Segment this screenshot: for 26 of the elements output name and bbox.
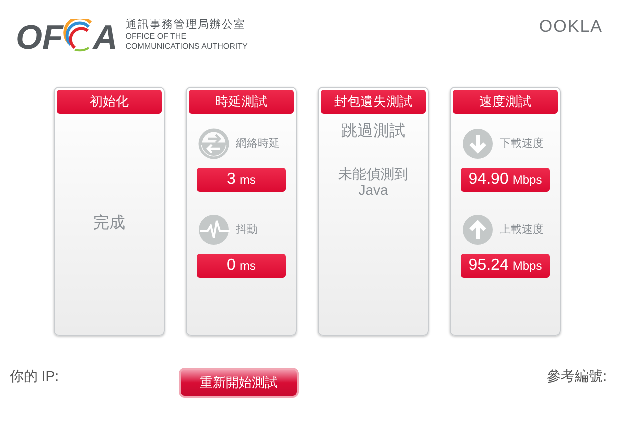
- panel-title: 封包遺失測試: [321, 90, 426, 114]
- status-text: 跳過測試: [342, 122, 406, 142]
- metric-value: 3 ms: [197, 168, 286, 192]
- arrow-down-icon: [462, 128, 494, 160]
- metric-value: 94.90 Mbps: [461, 168, 550, 192]
- arrow-up-icon: [462, 214, 494, 246]
- ofca-logo: OF A: [16, 19, 118, 53]
- metric-label: 下載速度: [500, 136, 544, 152]
- reference-label: 參考編號:: [547, 367, 607, 386]
- metric-value: 95.24 Mbps: [461, 254, 550, 278]
- status-text: 完成: [94, 214, 126, 234]
- panel-title: 時延測試: [189, 90, 294, 114]
- metric-label: 網絡時延: [236, 136, 280, 152]
- metric-label: 抖動: [236, 222, 258, 238]
- agency-name-english: OFFICE OF THE COMMUNICATIONS AUTHORITY: [126, 32, 248, 52]
- panel-title: 初始化: [57, 90, 162, 114]
- ip-label: 你的 IP:: [10, 367, 60, 386]
- metric-value: 0 ms: [197, 254, 286, 278]
- note-text: 未能偵測到 Java: [338, 166, 408, 198]
- arrows-icon: [198, 128, 230, 160]
- ookla-logo: OOKLA: [539, 16, 603, 38]
- restart-button[interactable]: 重新開始測試: [179, 368, 300, 398]
- pulse-icon: [198, 214, 230, 246]
- metric-label: 上載速度: [500, 222, 544, 238]
- panel-title: 速度測試: [453, 90, 558, 114]
- agency-name-chinese: 通訊事務管理局辦公室: [126, 18, 247, 32]
